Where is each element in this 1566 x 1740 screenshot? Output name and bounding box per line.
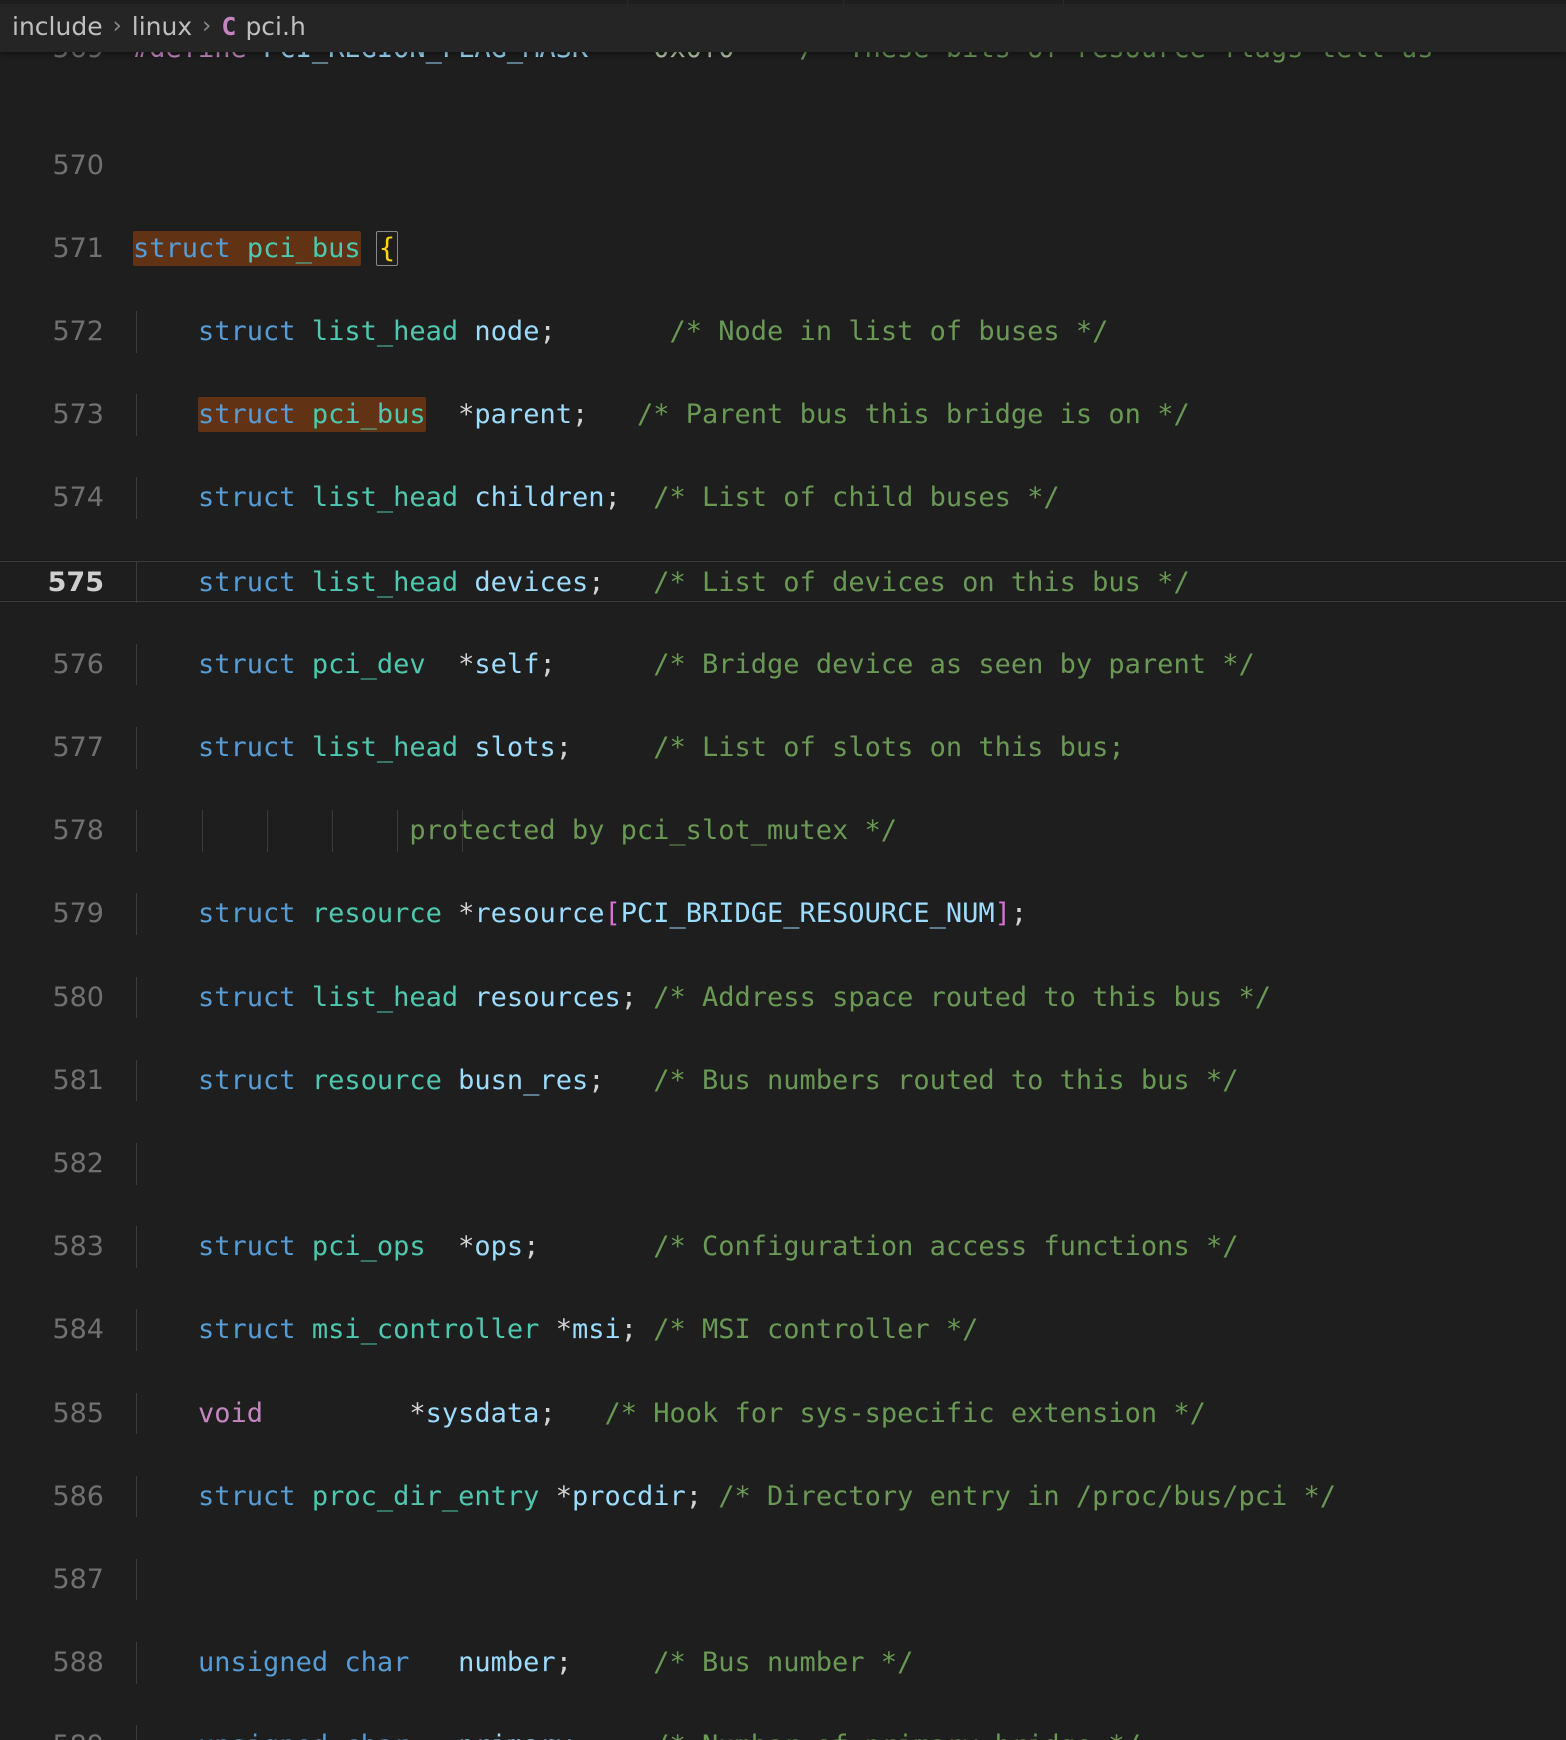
code-line-579[interactable]: 579 struct resource *resource[PCI_BRIDGE… [0,893,1566,935]
line-number-571: 571 [52,232,104,264]
code-content-585: void *sysdata; /* Hook for sys-specific … [198,1397,1206,1429]
code-content-571: struct pci_bus { [133,230,399,266]
line-number-588: 588 [52,1647,104,1679]
code-line-589[interactable]: 589 unsigned char primary; /* Number of … [0,1725,1566,1740]
code-line-583[interactable]: 583 struct pci_ops *ops; /* Configuratio… [0,1226,1566,1268]
line-number-580: 580 [52,981,104,1013]
code-line-573[interactable]: 573 struct pci_bus *parent; /* Parent bu… [0,394,1566,436]
c-file-icon: C [221,11,237,41]
code-content-576: struct pci_dev *self; /* Bridge device a… [198,648,1255,680]
line-number-587: 587 [52,1563,104,1595]
code-line-570[interactable]: 570 [0,145,1566,187]
code-content-588: unsigned char number; /* Bus number */ [198,1647,914,1679]
code-line-588[interactable]: 588 unsigned char number; /* Bus number … [0,1642,1566,1684]
tab-hairline-1 [0,0,628,4]
code-editor[interactable]: 569 #define PCI_REGION_FLAG_MASK 0x0f0 /… [0,34,1566,1740]
code-content-580: struct list_head resources; /* Address s… [198,981,1271,1013]
code-content-579: struct resource *resource[PCI_BRIDGE_RES… [198,898,1028,930]
chevron-right-icon-1: › [112,13,122,39]
line-number-574: 574 [52,482,104,514]
code-line-586[interactable]: 586 struct proc_dir_entry *procdir; /* D… [0,1475,1566,1518]
code-content-589: unsigned char primary; /* Number of prim… [133,1725,1141,1740]
line-number-578: 578 [52,815,104,847]
code-line-585[interactable]: 585 void *sysdata; /* Hook for sys-speci… [0,1392,1566,1435]
code-line-571[interactable]: 571 struct pci_bus { [0,228,1566,270]
code-content-577: struct list_head slots; /* List of slots… [198,731,1125,763]
line-number-572: 572 [52,315,104,347]
indent-guide [136,1142,137,1185]
code-content-573: struct pci_bus *parent; /* Parent bus th… [198,397,1190,433]
line-number-573: 573 [52,399,104,431]
tab-hairline-4 [1064,0,1566,4]
line-number-586: 586 [52,1480,104,1512]
code-content-574: struct list_head children; /* List of ch… [198,482,1060,514]
line-number-576: 576 [52,648,104,680]
tab-hairline-3 [844,0,1064,4]
code-content-584: struct msi_controller *msi; /* MSI contr… [198,1314,979,1346]
code-line-574[interactable]: 574 struct list_head children; /* List o… [0,477,1566,519]
line-number-583: 583 [52,1231,104,1263]
code-line-575[interactable]: 575 struct list_head devices; /* List of… [0,560,1566,604]
line-number-589: 589 [0,1725,104,1740]
code-content-581: struct resource busn_res; /* Bus numbers… [198,1064,1239,1096]
code-content-586: struct proc_dir_entry *procdir; /* Direc… [198,1480,1336,1512]
code-line-584[interactable]: 584 struct msi_controller *msi; /* MSI c… [0,1309,1566,1351]
code-content-572: struct list_head node; /* Node in list o… [198,315,1109,347]
code-line-580[interactable]: 580 struct list_head resources; /* Addre… [0,976,1566,1019]
breadcrumb-item-include[interactable]: include [12,12,103,41]
code-line-581[interactable]: 581 struct resource busn_res; /* Bus num… [0,1059,1566,1102]
line-number-582: 582 [52,1147,104,1179]
line-number-585: 585 [52,1397,104,1429]
chevron-right-icon-2: › [202,13,212,39]
code-line-582[interactable]: 582 [0,1142,1566,1185]
code-content-583: struct pci_ops *ops; /* Configuration ac… [198,1231,1239,1263]
code-content-575: struct list_head devices; /* List of dev… [198,566,1190,598]
breadcrumb-item-file[interactable]: pci.h [245,12,305,41]
code-line-576[interactable]: 576 struct pci_dev *self; /* Bridge devi… [0,643,1566,686]
line-number-570: 570 [52,149,104,181]
line-number-581: 581 [52,1064,104,1096]
line-number-575: 575 [47,566,104,598]
line-number-577: 577 [52,731,104,763]
code-line-578[interactable]: 578 protected by pci_slot_mutex */ [0,810,1566,852]
code-content-578: protected by pci_slot_mutex */ [409,815,898,847]
line-number-579: 579 [52,898,104,930]
editor-tab-strip [0,0,1566,4]
code-line-587[interactable]: 587 [0,1558,1566,1601]
line-number-584: 584 [52,1314,104,1346]
tab-hairline-2 [628,0,844,4]
code-line-577[interactable]: 577 struct list_head slots; /* List of s… [0,726,1566,769]
code-line-572[interactable]: 572 struct list_head node; /* Node in li… [0,310,1566,353]
breadcrumb-item-linux[interactable]: linux [132,12,192,41]
breadcrumb: include › linux › C pci.h [0,0,1566,52]
indent-guide [136,1558,137,1601]
